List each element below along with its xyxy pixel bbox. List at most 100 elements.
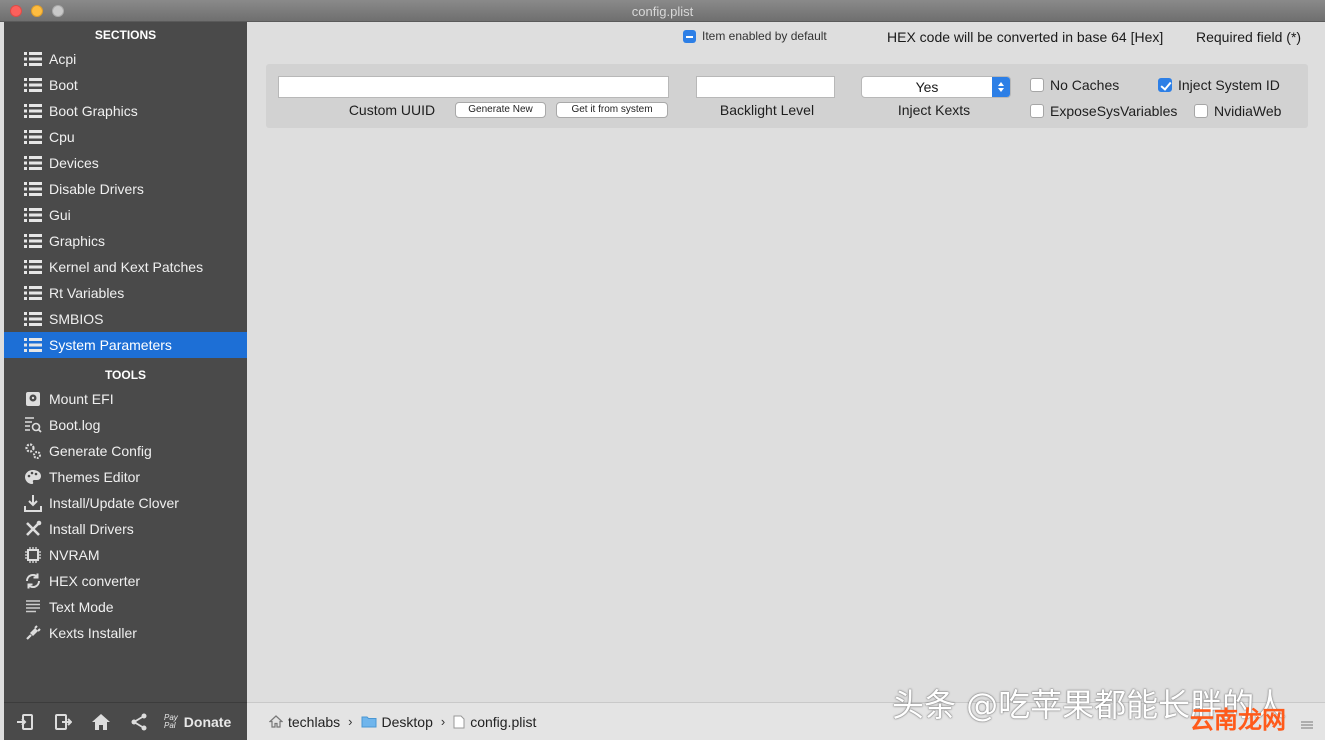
tool-item-kexts-installer[interactable]: Kexts Installer bbox=[4, 620, 247, 646]
backlight-level-label: Backlight Level bbox=[719, 102, 815, 118]
tool-item-text-mode[interactable]: Text Mode bbox=[4, 594, 247, 620]
tool-item-hex-converter[interactable]: HEX converter bbox=[4, 568, 247, 594]
title-bar: config.plist bbox=[0, 0, 1325, 22]
tool-item-label: Install Drivers bbox=[49, 521, 134, 537]
donate-button[interactable]: Pay Pal Donate bbox=[164, 713, 232, 730]
sidebar-item-system-parameters[interactable]: System Parameters bbox=[4, 332, 247, 358]
import-icon[interactable] bbox=[12, 709, 38, 735]
required-note: Required field (*) bbox=[1196, 29, 1302, 45]
donate-label: Donate bbox=[183, 713, 232, 730]
inject-system-id-label: Inject System ID bbox=[1178, 77, 1280, 93]
app-window: config.plist SECTIONS Acpi Boot Boot Graph… bbox=[0, 0, 1325, 740]
home-icon[interactable] bbox=[88, 709, 114, 735]
list-icon bbox=[22, 232, 44, 250]
no-caches-checkbox[interactable]: No Caches bbox=[1030, 77, 1119, 93]
custom-uuid-label: Custom UUID bbox=[348, 102, 436, 118]
list-icon bbox=[22, 76, 44, 94]
sidebar-item-kernel-and-kext-patches[interactable]: Kernel and Kext Patches bbox=[4, 254, 247, 280]
sidebar: SECTIONS Acpi Boot Boot Graphics Cpu Devices… bbox=[4, 22, 247, 740]
tools-icon bbox=[22, 520, 44, 538]
inject-system-id-checkbox[interactable]: Inject System ID bbox=[1158, 77, 1280, 93]
breadcrumb-file[interactable]: config.plist bbox=[453, 714, 536, 730]
breadcrumb-home[interactable]: techlabs bbox=[269, 714, 340, 730]
log-search-icon bbox=[22, 416, 44, 434]
sidebar-item-boot-graphics[interactable]: Boot Graphics bbox=[4, 98, 247, 124]
sidebar-item-smbios[interactable]: SMBIOS bbox=[4, 306, 247, 332]
list-icon bbox=[22, 128, 44, 146]
chip-icon bbox=[22, 546, 44, 564]
export-icon[interactable] bbox=[50, 709, 76, 735]
tool-item-mount-efi[interactable]: Mount EFI bbox=[4, 386, 247, 412]
list-icon bbox=[22, 310, 44, 328]
inject-kexts-label: Inject Kexts bbox=[897, 102, 971, 118]
tool-item-label: NVRAM bbox=[49, 547, 100, 563]
list-icon bbox=[22, 154, 44, 172]
sidebar-bottom-bar: Pay Pal Donate bbox=[4, 702, 247, 740]
sidebar-item-gui[interactable]: Gui bbox=[4, 202, 247, 228]
generate-new-button[interactable]: Generate New bbox=[455, 102, 546, 118]
resize-grip-icon[interactable] bbox=[1301, 720, 1313, 730]
no-caches-box[interactable] bbox=[1030, 78, 1044, 92]
backlight-level-input[interactable] bbox=[696, 76, 835, 98]
share-icon[interactable] bbox=[126, 709, 152, 735]
tool-item-label: Install/Update Clover bbox=[49, 495, 179, 511]
tool-item-install-update-clover[interactable]: Install/Update Clover bbox=[4, 490, 247, 516]
expose-sys-variables-checkbox[interactable]: ExposeSysVariables bbox=[1030, 103, 1177, 119]
sidebar-item-boot[interactable]: Boot bbox=[4, 72, 247, 98]
breadcrumb-desktop[interactable]: Desktop bbox=[361, 714, 433, 730]
home-folder-icon bbox=[269, 715, 283, 728]
sidebar-item-label: Cpu bbox=[49, 129, 75, 145]
tools-header: TOOLS bbox=[104, 368, 147, 382]
palette-icon bbox=[22, 468, 44, 486]
expose-sys-variables-box[interactable] bbox=[1030, 104, 1044, 118]
sidebar-item-label: Boot Graphics bbox=[49, 103, 138, 119]
list-icon bbox=[22, 102, 44, 120]
nvidia-web-box[interactable] bbox=[1194, 104, 1208, 118]
expose-sys-variables-label: ExposeSysVariables bbox=[1050, 103, 1178, 119]
main-panel: Item enabled by default HEX code will be… bbox=[247, 22, 1325, 702]
sidebar-item-label: Rt Variables bbox=[49, 285, 125, 301]
inject-kexts-value: Yes bbox=[915, 79, 939, 95]
sidebar-item-graphics[interactable]: Graphics bbox=[4, 228, 247, 254]
sidebar-item-label: SMBIOS bbox=[49, 311, 104, 327]
get-from-system-button[interactable]: Get it from system bbox=[556, 102, 668, 118]
sidebar-item-acpi[interactable]: Acpi bbox=[4, 46, 247, 72]
tool-item-nvram[interactable]: NVRAM bbox=[4, 542, 247, 568]
tool-item-themes-editor[interactable]: Themes Editor bbox=[4, 464, 247, 490]
tool-item-install-drivers[interactable]: Install Drivers bbox=[4, 516, 247, 542]
sidebar-item-label: Boot bbox=[49, 77, 78, 93]
info-strip: Item enabled by default HEX code will be… bbox=[247, 22, 1325, 54]
legend-default-enabled: Item enabled by default bbox=[683, 29, 827, 43]
tools-list: Mount EFI Boot.log Generate Config Themes E… bbox=[4, 386, 247, 646]
sidebar-item-rt-variables[interactable]: Rt Variables bbox=[4, 280, 247, 306]
sidebar-item-devices[interactable]: Devices bbox=[4, 150, 247, 176]
inject-system-id-box[interactable] bbox=[1158, 78, 1172, 92]
tool-item-boot-log[interactable]: Boot.log bbox=[4, 412, 247, 438]
nvidia-web-checkbox[interactable]: NvidiaWeb bbox=[1194, 103, 1281, 119]
list-icon bbox=[22, 50, 44, 68]
window-title: config.plist bbox=[631, 4, 694, 19]
sidebar-item-disable-drivers[interactable]: Disable Drivers bbox=[4, 176, 247, 202]
watermark-logo: 云南龙网 bbox=[1190, 706, 1286, 734]
list-icon bbox=[22, 258, 44, 276]
sidebar-item-label: Devices bbox=[49, 155, 99, 171]
tool-item-label: Generate Config bbox=[49, 443, 152, 459]
tool-item-generate-config[interactable]: Generate Config bbox=[4, 438, 247, 464]
list-icon bbox=[22, 206, 44, 224]
plug-icon bbox=[22, 624, 44, 642]
breadcrumb-separator: › bbox=[348, 714, 353, 729]
no-caches-label: No Caches bbox=[1050, 77, 1120, 93]
tool-item-label: Text Mode bbox=[49, 599, 114, 615]
hex-note: HEX code will be converted in base 64 [H… bbox=[887, 29, 1164, 45]
file-icon bbox=[453, 715, 465, 729]
sidebar-item-label: System Parameters bbox=[49, 337, 172, 353]
custom-uuid-input[interactable] bbox=[278, 76, 669, 98]
sections-list: Acpi Boot Boot Graphics Cpu Devices Disable D… bbox=[4, 46, 247, 358]
sidebar-item-label: Kernel and Kext Patches bbox=[49, 259, 204, 275]
inject-kexts-select[interactable]: Yes bbox=[861, 76, 1011, 98]
list-icon bbox=[22, 336, 44, 354]
disk-icon bbox=[22, 390, 44, 408]
sidebar-item-cpu[interactable]: Cpu bbox=[4, 124, 247, 150]
list-icon bbox=[22, 284, 44, 302]
gears-icon bbox=[22, 442, 44, 460]
